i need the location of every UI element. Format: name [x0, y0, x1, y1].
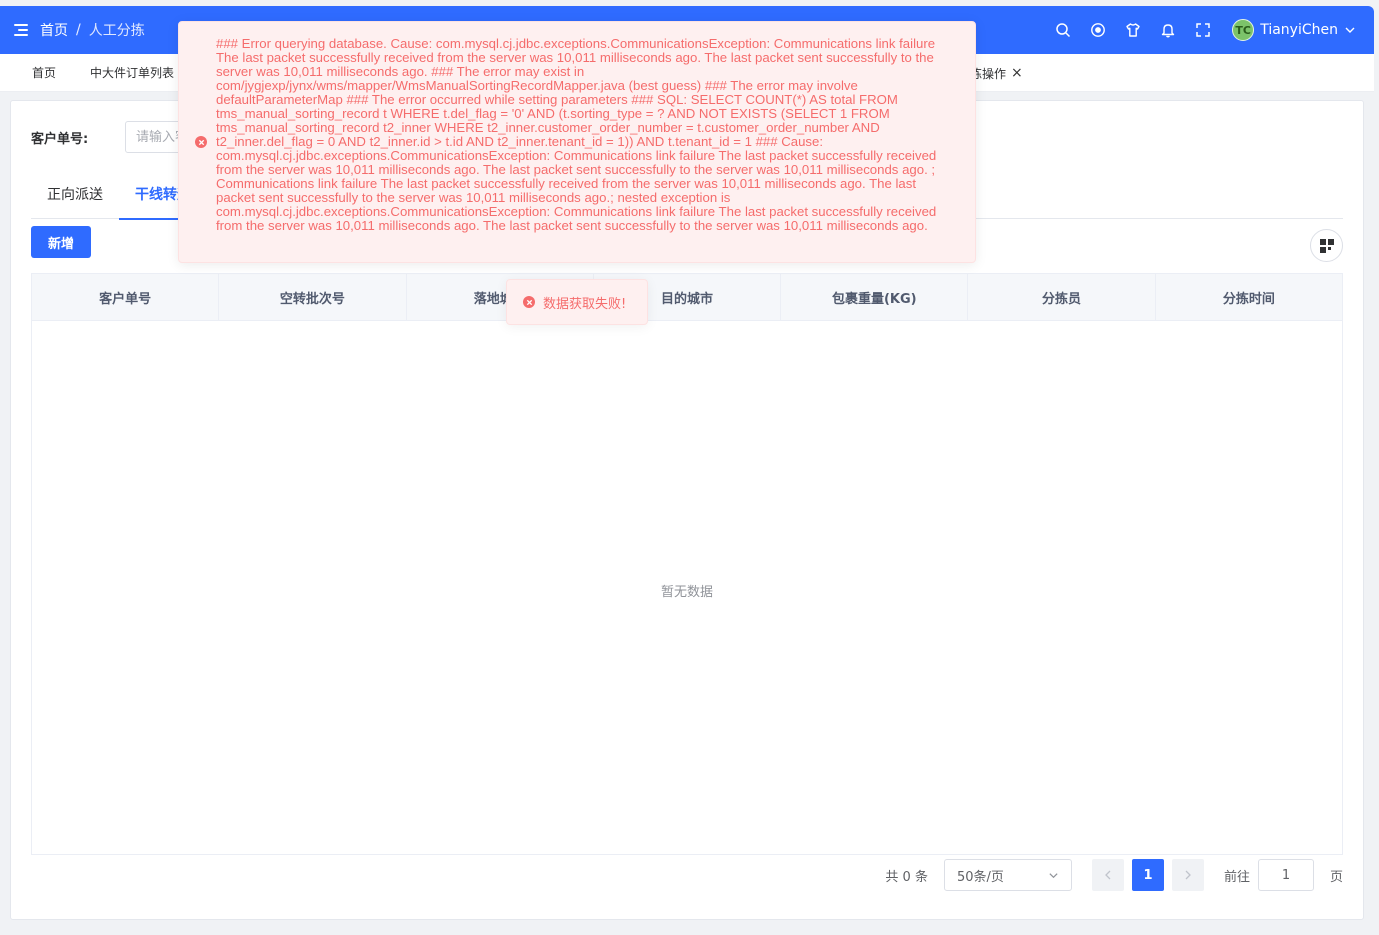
empty-state-text: 暂无数据 — [660, 585, 713, 600]
error-notification: ### Error querying database. Cause: com.… — [178, 21, 976, 263]
user-menu[interactable]: TC TianyiChen — [1232, 19, 1356, 41]
chevron-right-icon — [1185, 870, 1191, 880]
bell-icon[interactable] — [1150, 6, 1185, 54]
fullscreen-icon[interactable] — [1185, 6, 1220, 54]
chevron-down-icon — [1049, 872, 1058, 878]
chevron-left-icon — [1105, 870, 1111, 880]
column-header[interactable]: 分拣时间 — [1156, 274, 1342, 320]
page-size-select[interactable]: 50条/页 — [943, 859, 1072, 891]
grid-icon — [1319, 238, 1334, 253]
sorting-records-table: 客户单号 空转批次号 落地城市 目的城市 包裹重量(KG) 分拣员 分拣时间 暂… — [31, 273, 1343, 855]
breadcrumb: 首页 / 人工分拣 — [40, 20, 145, 40]
tab-forward-delivery[interactable]: 正向派送 — [31, 173, 119, 219]
goto-label: 前往 — [1223, 869, 1250, 885]
error-icon — [523, 296, 535, 308]
next-page-button[interactable] — [1171, 859, 1204, 891]
column-settings-button[interactable] — [1310, 229, 1343, 262]
goto-page-input[interactable] — [1257, 859, 1314, 891]
toast-message: 数据获取失败! — [543, 296, 627, 312]
error-icon — [195, 136, 207, 148]
breadcrumb-home[interactable]: 首页 — [40, 20, 68, 40]
column-header[interactable]: 包裹重量(KG) — [781, 274, 969, 320]
total-count: 共 0 条 — [885, 869, 928, 885]
column-header[interactable]: 客户单号 — [32, 274, 220, 320]
pagination: 共 0 条 50条/页 1 前往 页 — [885, 859, 1343, 891]
page-number-button[interactable]: 1 — [1131, 859, 1164, 891]
username: TianyiChen — [1260, 22, 1338, 38]
add-button[interactable]: 新增 — [31, 226, 91, 258]
prev-page-button[interactable] — [1091, 859, 1124, 891]
customer-order-label: 客户单号: — [31, 131, 89, 147]
theme-shirt-icon[interactable] — [1115, 6, 1150, 54]
page-size-value: 50条/页 — [956, 869, 1004, 885]
tag-manual-sorting[interactable]: 拣操作 × — [970, 54, 1023, 92]
close-icon[interactable]: × — [1011, 65, 1023, 81]
table-header: 客户单号 空转批次号 落地城市 目的城市 包裹重量(KG) 分拣员 分拣时间 — [32, 274, 1342, 321]
breadcrumb-separator: / — [76, 22, 81, 38]
github-icon[interactable] — [1080, 6, 1115, 54]
page-suffix: 页 — [1329, 869, 1343, 885]
column-header[interactable]: 分拣员 — [968, 274, 1156, 320]
avatar: TC — [1232, 19, 1255, 41]
header-toolbar: TC TianyiChen — [1045, 6, 1356, 54]
error-toast: 数据获取失败! — [506, 279, 648, 325]
chevron-down-icon — [1345, 27, 1355, 33]
tag-home[interactable]: 首页 — [0, 64, 73, 81]
error-message-text: ### Error querying database. Cause: com.… — [216, 36, 937, 233]
breadcrumb-current: 人工分拣 — [88, 23, 145, 39]
search-icon[interactable] — [1045, 6, 1080, 54]
column-header[interactable]: 空转批次号 — [219, 274, 407, 320]
menu-toggle-icon[interactable] — [14, 24, 28, 36]
tag-order-list[interactable]: 中大件订单列表 — [73, 64, 191, 81]
